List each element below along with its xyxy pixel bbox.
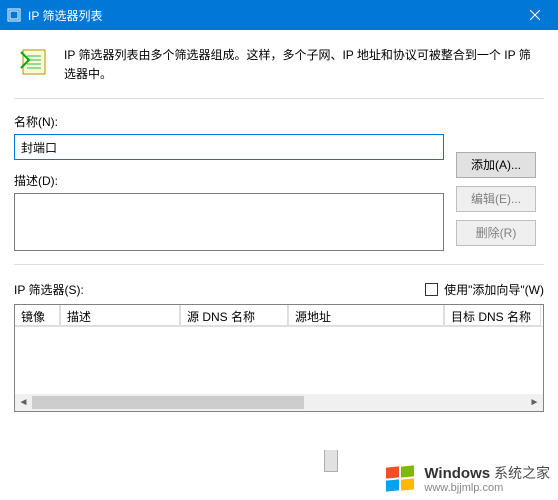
filter-list-icon [18,46,50,78]
use-wizard-checkbox[interactable]: 使用"添加向导"(W) [425,281,544,298]
name-input[interactable] [14,134,444,160]
add-button[interactable]: 添加(A)... [456,152,536,178]
dialog-description: IP 筛选器列表由多个筛选器组成。这样，多个子网、IP 地址和协议可被整合到一个… [64,46,540,84]
description-label: 描述(D): [14,172,444,189]
watermark-url: www.bjjmlp.com [424,482,550,494]
remove-button[interactable]: 删除(R) [456,220,536,246]
scroll-right-icon[interactable]: ► [526,394,543,411]
window-title: IP 筛选器列表 [28,7,102,24]
watermark-brand-line: Windows 系统之家 [424,466,550,483]
cropped-button [324,450,338,472]
col-mirror[interactable]: 镜像 [15,305,61,326]
client-area: IP 筛选器列表由多个筛选器组成。这样，多个子网、IP 地址和协议可被整合到一个… [0,30,558,450]
col-description[interactable]: 描述 [61,305,181,326]
windows-logo-icon [384,464,416,496]
checkbox-icon [425,283,438,296]
filters-label: IP 筛选器(S): [14,281,84,298]
col-dest-dns[interactable]: 目标 DNS 名称 [445,305,541,326]
use-wizard-label: 使用"添加向导"(W) [444,281,544,298]
separator [14,264,544,265]
footer-area: Windows 系统之家 www.bjjmlp.com [0,450,558,500]
header-row: IP 筛选器列表由多个筛选器组成。这样，多个子网、IP 地址和协议可被整合到一个… [14,40,544,98]
separator [14,98,544,99]
titlebar: IP 筛选器列表 [0,0,558,30]
scroll-track[interactable] [32,394,526,411]
col-source-address[interactable]: 源地址 [289,305,445,326]
column-headers[interactable]: 镜像 描述 源 DNS 名称 源地址 目标 DNS 名称 [15,305,543,327]
horizontal-scrollbar[interactable]: ◄ ► [15,394,543,411]
scroll-left-icon[interactable]: ◄ [15,394,32,411]
scroll-thumb[interactable] [32,396,304,409]
close-button[interactable] [512,0,558,30]
watermark: Windows 系统之家 www.bjjmlp.com [384,464,550,496]
app-icon [6,7,22,23]
description-textarea[interactable] [14,193,444,251]
name-label: 名称(N): [14,113,544,130]
filters-listview[interactable]: 镜像 描述 源 DNS 名称 源地址 目标 DNS 名称 ◄ ► [14,304,544,412]
col-source-dns[interactable]: 源 DNS 名称 [181,305,289,326]
edit-button[interactable]: 编辑(E)... [456,186,536,212]
